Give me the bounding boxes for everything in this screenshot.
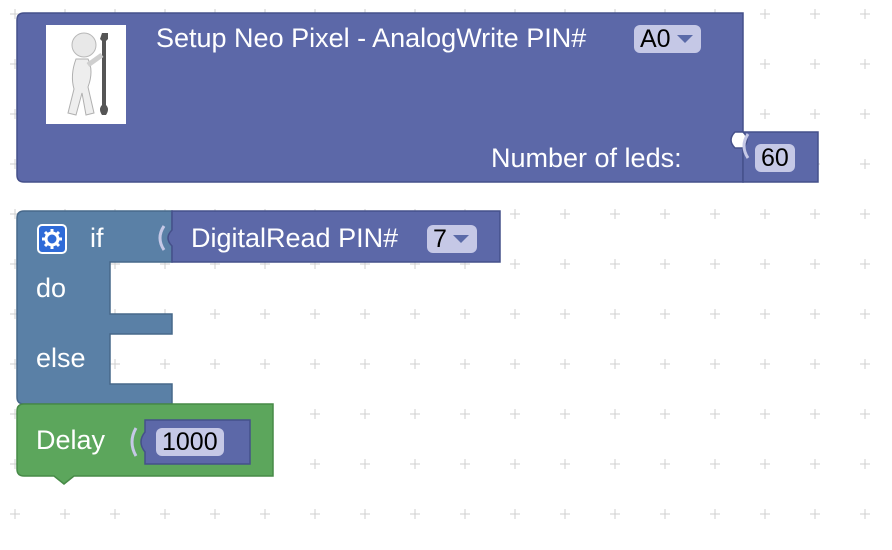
blockly-workspace[interactable]: Setup Neo Pixel - AnalogWrite PIN# A0 Nu…	[0, 0, 892, 550]
delay-block[interactable]	[0, 0, 892, 550]
delay-label: Delay	[36, 425, 106, 455]
delay-value-field[interactable]: 1000	[156, 428, 224, 456]
